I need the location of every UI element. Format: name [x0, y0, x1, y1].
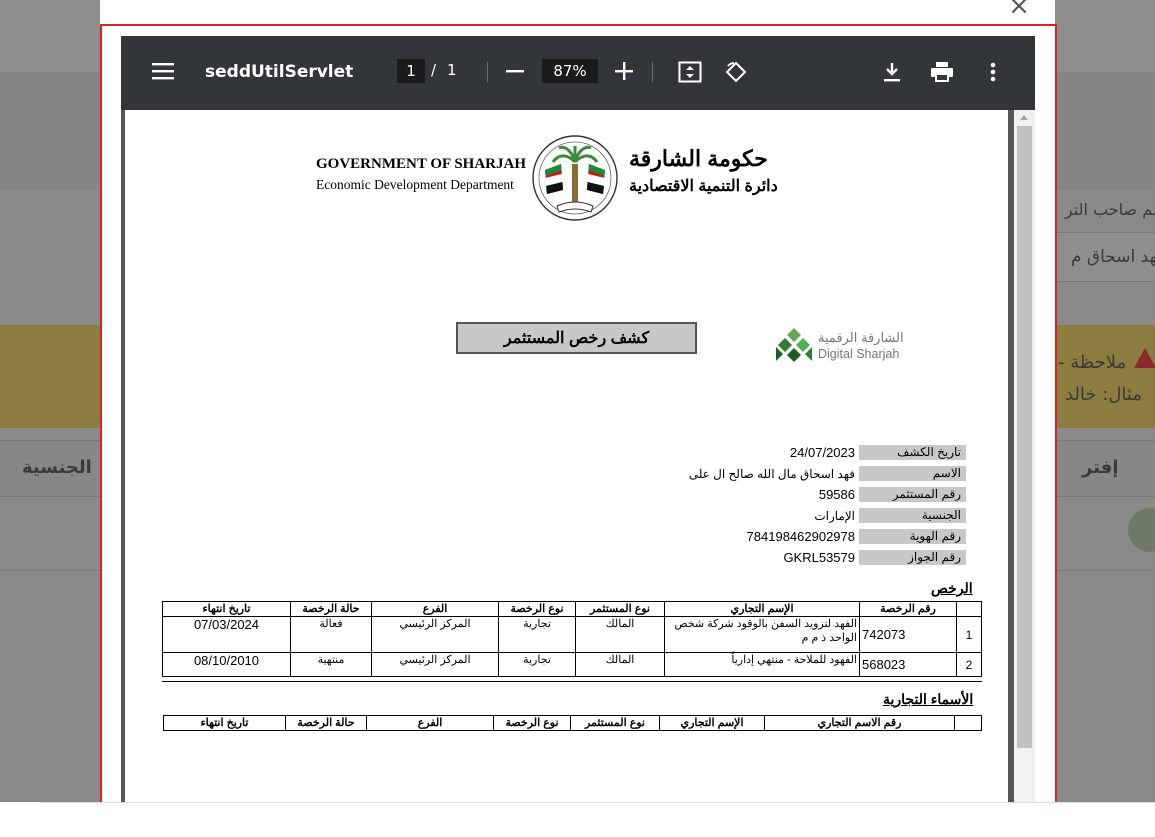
table-row: 2 568023 الفهود للملاحة - منتهي إدارياً … [162, 652, 982, 677]
bg-warning-example: مثال: خالد [1065, 384, 1142, 405]
field-label: تاريخ الكشف [859, 445, 966, 460]
scrollbar-thumb[interactable] [1017, 126, 1032, 748]
page-number-input[interactable]: 1 [397, 59, 425, 83]
digital-sharjah-en: Digital Sharjah [818, 347, 900, 361]
modal-footer [0, 802, 1155, 837]
report-title-box: كشف رخص المستثمر [456, 322, 697, 354]
gov-en-line2: Economic Development Department [316, 177, 514, 192]
field-value-nationality: الإمارات [814, 509, 855, 523]
rotate-icon[interactable] [724, 60, 748, 84]
print-icon[interactable] [931, 62, 953, 82]
tradenames-heading: الأسماء التجارية [883, 691, 974, 707]
field-label: رقم الجواز [859, 550, 966, 565]
bg-warning-title: - ملاحظة [1058, 352, 1127, 373]
page-separator: / [431, 61, 437, 79]
zoom-input[interactable]: 87% [542, 59, 598, 83]
field-value-date: 24/07/2023 [789, 445, 855, 460]
gov-ar-line2: دائرة التنمية الاقتصادية [629, 178, 778, 195]
document-title: seddUtilServlet [205, 62, 354, 82]
field-value-id-number: 784198462902978 [746, 529, 855, 544]
pdf-viewer: seddUtilServlet 1 / 1 87% GOVERNMENT OF … [121, 36, 1035, 806]
pdf-scrollbar[interactable] [1014, 110, 1035, 806]
warning-icon [1134, 348, 1155, 368]
more-options-icon[interactable] [990, 62, 996, 82]
licenses-table: رقم الرخصة الإسم التجاري نوع المستثمر نو… [162, 601, 982, 677]
bg-owner-name-label: سم صاحب التر [1065, 200, 1155, 219]
bg-column-right: إفتر [1082, 457, 1119, 478]
page-total: 1 [447, 61, 457, 79]
digital-sharjah-logo-icon [776, 328, 812, 362]
fit-page-icon[interactable] [678, 61, 702, 83]
tradenames-table: رقم الاسم التجاري الإسم التجاري نوع المس… [163, 715, 982, 731]
zoom-out-icon[interactable] [506, 70, 524, 74]
menu-icon[interactable] [152, 62, 174, 80]
field-value-name: فهد اسحاق مال الله صالح ال على [688, 467, 855, 481]
field-label: الجنسية [859, 508, 966, 523]
digital-sharjah-ar: الشارقة الرقمية [818, 330, 904, 345]
scroll-up-icon[interactable] [1020, 115, 1028, 120]
pdf-page: GOVERNMENT OF SHARJAH Economic Developme… [125, 110, 1008, 802]
licenses-heading: الرخص [931, 580, 973, 596]
table-row: 1 742073 الفهد لتزويد السفن بالوقود شركة… [162, 616, 982, 653]
download-icon[interactable] [882, 61, 902, 83]
field-label: رقم الهوية [859, 529, 966, 544]
sharjah-emblem-icon [532, 135, 618, 221]
table-header-row: رقم الاسم التجاري الإسم التجاري نوع المس… [163, 715, 982, 731]
bg-action-button[interactable] [1128, 508, 1155, 552]
field-value-investor-number: 59586 [818, 487, 855, 502]
close-icon[interactable]: × [1005, 0, 1033, 20]
field-label: رقم المستثمر [859, 487, 966, 502]
bg-owner-name-input[interactable]: فهد اسحاق م [1055, 232, 1155, 282]
field-label: الاسم [859, 466, 966, 481]
report-title: كشف رخص المستثمر [503, 330, 650, 347]
field-value-passport: GKRL53579 [783, 550, 855, 565]
pdf-toolbar: seddUtilServlet 1 / 1 87% [121, 36, 1035, 110]
bg-column-left: الجنسية [22, 457, 92, 478]
gov-en-line1: GOVERNMENT OF SHARJAH [316, 156, 527, 172]
gov-ar-line1: حكومة الشارقة [629, 146, 768, 171]
zoom-in-icon[interactable] [615, 62, 633, 80]
table-header-row: رقم الرخصة الإسم التجاري نوع المستثمر نو… [162, 601, 982, 617]
